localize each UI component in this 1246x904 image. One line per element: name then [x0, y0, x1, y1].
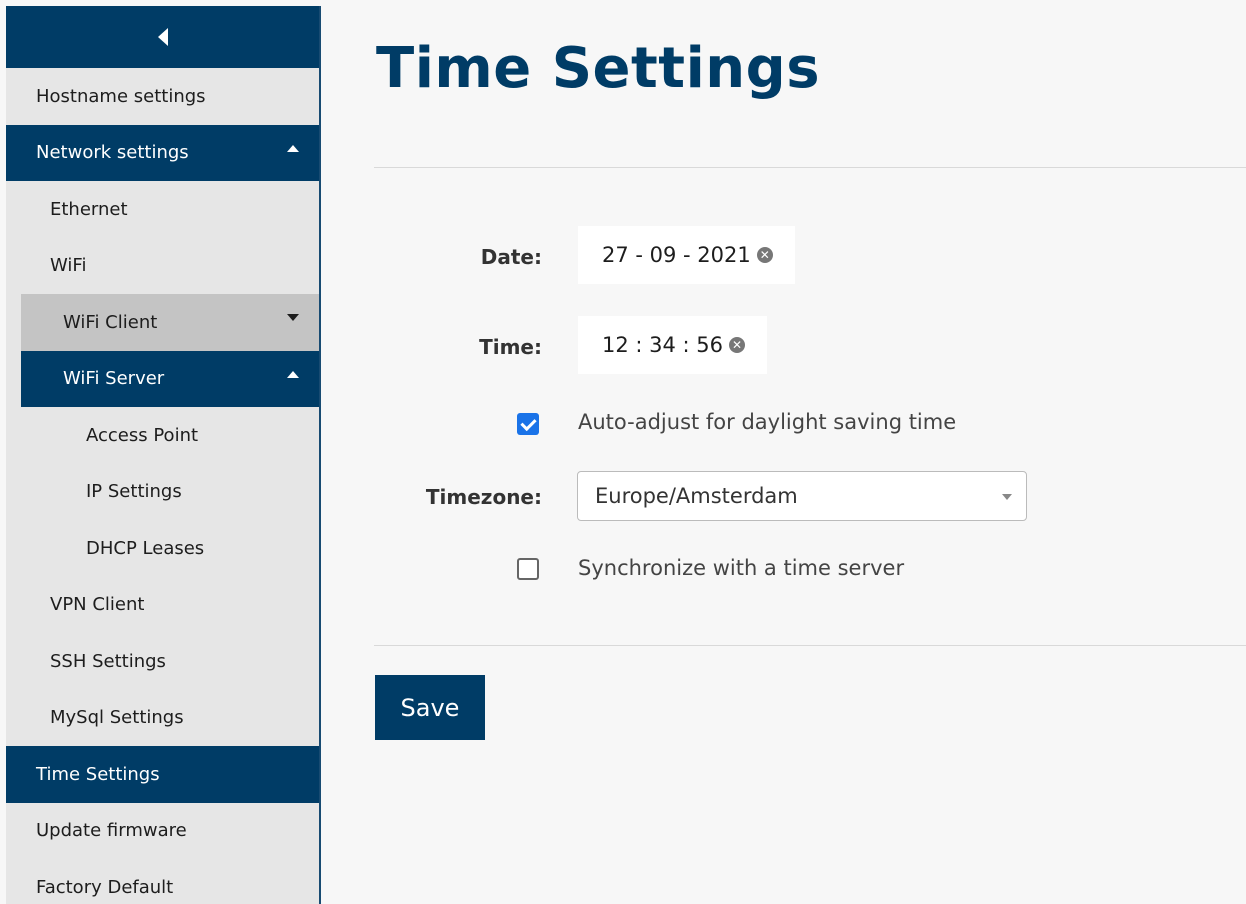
sidebar-item-label: SSH Settings	[50, 650, 166, 672]
sidebar-item-ip-settings[interactable]: IP Settings	[6, 464, 319, 521]
time-label: Time:	[479, 335, 542, 359]
page-title: Time Settings	[376, 36, 821, 101]
timezone-select[interactable]: Europe/Amsterdam	[577, 471, 1027, 521]
sidebar-item-label: Network settings	[36, 142, 189, 164]
date-value: 27 - 09 - 2021	[602, 243, 751, 267]
sync-label[interactable]: Synchronize with a time server	[578, 556, 904, 580]
sidebar-item-label: Ethernet	[50, 198, 128, 220]
sync-checkbox[interactable]	[517, 558, 539, 580]
dropdown-arrow-icon	[1002, 494, 1012, 500]
dst-checkbox[interactable]	[517, 413, 539, 435]
sidebar-item-network-settings[interactable]: Network settings	[6, 124, 319, 181]
timezone-label: Timezone:	[425, 485, 542, 509]
sidebar-item-label: WiFi	[50, 255, 87, 277]
sidebar-item-hostname-settings[interactable]: Hostname settings	[6, 68, 319, 125]
sidebar-item-access-point[interactable]: Access Point	[6, 407, 319, 464]
caret-up-icon	[287, 370, 299, 378]
sidebar-item-mysql-settings[interactable]: MySql Settings	[6, 690, 319, 747]
sidebar-item-vpn-client[interactable]: VPN Client	[6, 577, 319, 634]
sidebar-item-label: VPN Client	[50, 594, 145, 616]
caret-down-icon	[287, 314, 299, 322]
save-button[interactable]: Save	[375, 675, 485, 740]
main-content: Time Settings Date: 27 - 09 - 2021 ✕ Tim…	[374, 0, 1246, 904]
sidebar-item-wifi[interactable]: WiFi	[6, 238, 319, 295]
divider	[374, 645, 1246, 646]
date-field[interactable]: 27 - 09 - 2021 ✕	[578, 226, 795, 284]
sidebar-item-time-settings[interactable]: Time Settings	[6, 746, 319, 803]
sidebar-item-wifi-client[interactable]: WiFi Client	[21, 294, 319, 351]
clear-date-icon[interactable]: ✕	[756, 247, 773, 263]
sidebar-item-factory-default[interactable]: Factory Default	[6, 859, 319, 904]
caret-up-icon	[287, 144, 299, 152]
chevron-left-icon	[157, 28, 168, 46]
sidebar-item-ethernet[interactable]: Ethernet	[6, 181, 319, 238]
sidebar-item-ssh-settings[interactable]: SSH Settings	[6, 633, 319, 690]
sidebar-item-label: DHCP Leases	[86, 537, 205, 559]
sidebar-item-update-firmware[interactable]: Update firmware	[6, 803, 319, 860]
sidebar-item-dhcp-leases[interactable]: DHCP Leases	[6, 520, 319, 577]
sidebar-item-wifi-server[interactable]: WiFi Server	[21, 350, 319, 407]
sidebar-item-label: IP Settings	[86, 481, 182, 503]
sidebar-item-label: Update firmware	[36, 820, 187, 842]
divider	[374, 167, 1246, 168]
clear-time-icon[interactable]: ✕	[729, 337, 746, 353]
date-label: Date:	[480, 245, 542, 269]
sidebar-item-label: Hostname settings	[36, 85, 206, 107]
sidebar-item-label: Factory Default	[36, 876, 174, 898]
sidebar-item-label: WiFi Client	[63, 311, 158, 333]
time-field[interactable]: 12 : 34 : 56 ✕	[578, 316, 768, 374]
time-value: 12 : 34 : 56	[602, 333, 724, 357]
sidebar-item-label: MySql Settings	[50, 707, 184, 729]
sidebar-item-label: WiFi Server	[63, 368, 165, 390]
timezone-value: Europe/Amsterdam	[595, 484, 798, 508]
dst-label[interactable]: Auto-adjust for daylight saving time	[578, 410, 956, 434]
sidebar-item-label: Access Point	[86, 424, 199, 446]
sidebar-item-label: Time Settings	[36, 763, 160, 785]
collapse-sidebar-button[interactable]	[6, 6, 319, 68]
sidebar: Hostname settings Network settings Ether…	[6, 6, 321, 904]
